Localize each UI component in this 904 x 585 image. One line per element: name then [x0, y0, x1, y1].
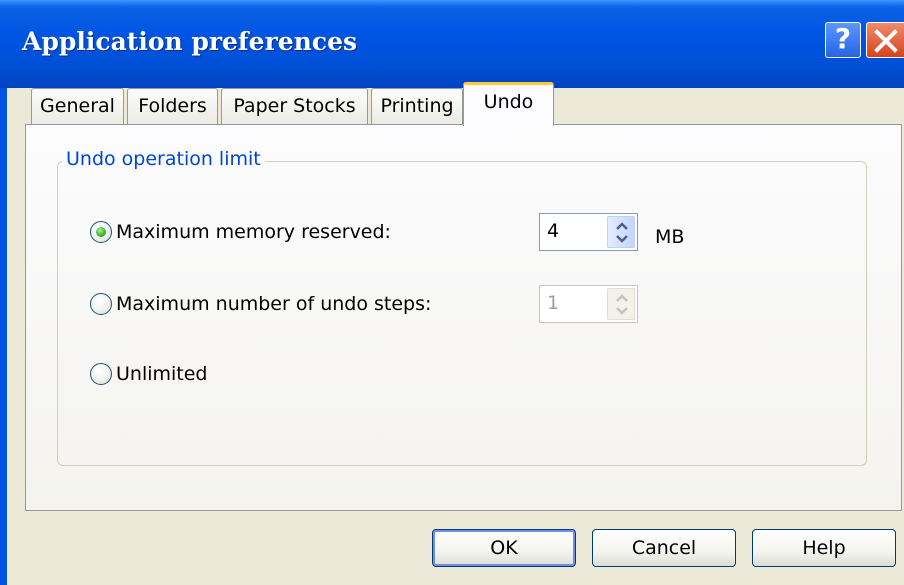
chevron-down-icon [616, 307, 628, 315]
window-frame [0, 88, 7, 585]
chevron-down-icon [616, 235, 628, 243]
radio-steps-label: Maximum number of undo steps: [116, 293, 432, 315]
tab-undo[interactable]: Undo [463, 82, 554, 126]
radio-memory-label: Maximum memory reserved: [116, 221, 391, 243]
chevron-up-icon [616, 294, 628, 302]
window-title: Application preferences [22, 27, 358, 56]
radio-steps[interactable] [90, 293, 112, 315]
radio-steps-row[interactable]: Maximum number of undo steps: [90, 292, 431, 316]
ok-button[interactable]: OK [432, 529, 576, 567]
help-icon[interactable]: ? [825, 22, 861, 58]
memory-unit: MB [655, 226, 685, 248]
steps-spin-buttons[interactable] [607, 288, 635, 320]
memory-value[interactable]: 4 [547, 220, 559, 242]
tab-folders[interactable]: Folders [127, 88, 218, 124]
radio-unlimited[interactable] [90, 363, 112, 385]
steps-value[interactable]: 1 [547, 292, 559, 314]
memory-spin-buttons[interactable] [607, 216, 635, 248]
radio-unlimited-row[interactable]: Unlimited [90, 362, 208, 386]
close-icon[interactable] [866, 22, 904, 58]
tab-general[interactable]: General [31, 88, 124, 124]
group-legend: Undo operation limit [62, 148, 265, 170]
memory-spinner[interactable]: 4 [539, 213, 638, 251]
radio-memory-row[interactable]: Maximum memory reserved: [90, 220, 391, 244]
help-button[interactable]: Help [752, 529, 896, 567]
radio-unlimited-label: Unlimited [116, 363, 208, 385]
cancel-button[interactable]: Cancel [592, 529, 736, 567]
title-bar: Application preferences ? [0, 0, 904, 88]
steps-spinner[interactable]: 1 [539, 285, 638, 323]
tab-printing[interactable]: Printing [371, 88, 463, 124]
chevron-up-icon [616, 222, 628, 230]
tab-paper-stocks[interactable]: Paper Stocks [221, 88, 368, 124]
radio-memory[interactable] [90, 221, 112, 243]
